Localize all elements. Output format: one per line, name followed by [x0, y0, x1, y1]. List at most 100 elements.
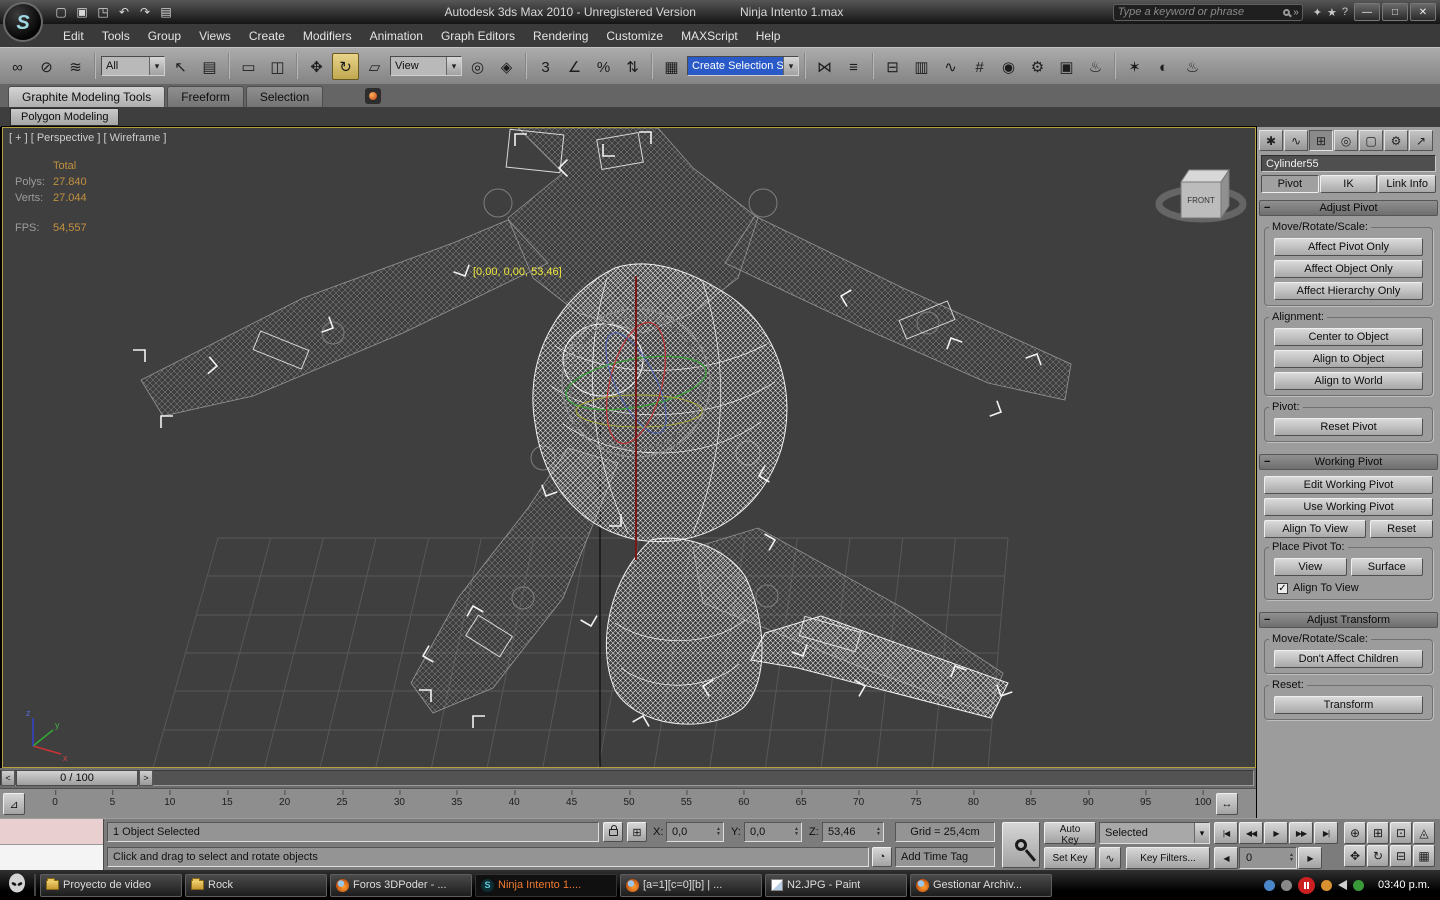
selection-filter-dropdown[interactable]: All ▾	[101, 56, 165, 76]
rollout-adjust-transform[interactable]: − Adjust Transform	[1259, 612, 1438, 628]
previous-frame-button[interactable]: ◀	[1214, 847, 1238, 869]
time-slider-track[interactable]	[0, 770, 1254, 786]
orbit-button[interactable]: ↻	[1367, 845, 1389, 867]
ribbon-help-icon[interactable]	[365, 88, 382, 104]
previous-key-button[interactable]: ◀◀	[1239, 822, 1263, 844]
open-file-icon[interactable]: ▣	[73, 3, 91, 21]
next-frame-arrow[interactable]: >	[139, 770, 153, 786]
track-bar[interactable]: ⊿ 0 5 10 15 20 25 30 35 40 45 50 55 60 65 70 75 80 85 90 95…	[0, 788, 1256, 819]
set-key-button[interactable]: Set Key	[1044, 847, 1096, 869]
tab-freeform[interactable]: Freeform	[167, 86, 244, 107]
help-icon[interactable]: ?	[1342, 6, 1348, 18]
menu-modifiers[interactable]: Modifiers	[294, 26, 361, 46]
taskbar-ninja-intento-1[interactable]: S Ninja Intento 1....	[475, 873, 617, 897]
use-pivot-point-center-button[interactable]: ◎	[464, 53, 491, 80]
absolute-mode-toggle[interactable]: ⊞	[627, 822, 647, 842]
mirror-button[interactable]: ⋈	[811, 53, 838, 80]
chevron-down-icon[interactable]: ▾	[1194, 823, 1209, 843]
update-tray-icon[interactable]	[1321, 879, 1333, 891]
create-panel-tab[interactable]: ✱	[1259, 130, 1283, 151]
timeline-frame-10[interactable]: 10	[164, 790, 175, 808]
taskbar-proyecto-de-video[interactable]: Proyecto de video	[40, 873, 182, 897]
timeline-frame-75[interactable]: 75	[910, 790, 922, 808]
rollup-panel-tab[interactable]: ↗	[1409, 130, 1433, 151]
timeline-frame-65[interactable]: 65	[796, 790, 807, 808]
time-slider-handle[interactable]: 0 / 100	[16, 770, 138, 786]
perspective-viewport[interactable]: FRONT x y z [ + ] [ Perspective ] [ Wire…	[1, 126, 1257, 769]
rectangular-selection-region-button[interactable]: ▭	[235, 53, 262, 80]
unlink-selection-button[interactable]: ⊘	[33, 53, 60, 80]
next-key-button[interactable]: ▶▶	[1289, 822, 1313, 844]
media-pause-tray-icon[interactable]	[1298, 876, 1316, 894]
menu-help[interactable]: Help	[747, 26, 790, 46]
application-menu-button[interactable]: S	[3, 2, 43, 42]
dont-affect-children-button[interactable]: Don't Affect Children	[1274, 650, 1423, 668]
link-info-tab[interactable]: Link Info	[1378, 175, 1437, 193]
place-pivot-surface-button[interactable]: Surface	[1350, 558, 1423, 576]
redo-icon[interactable]: ↷	[136, 3, 154, 21]
taskbar-gestionar-archiv[interactable]: Gestionar Archiv...	[910, 873, 1052, 897]
timeline-frame-35[interactable]: 35	[451, 790, 462, 808]
spinner-icon[interactable]: ▲ ▼	[716, 827, 721, 837]
modify-panel-tab[interactable]: ∿	[1284, 130, 1308, 151]
select-by-name-button[interactable]: ▤	[196, 53, 223, 80]
spinner-icon[interactable]: ▲ ▼	[794, 827, 799, 837]
center-to-object-button[interactable]: Center to Object	[1274, 328, 1423, 346]
select-and-link-button[interactable]: ∞	[4, 53, 31, 80]
auto-key-button[interactable]: Auto Key	[1044, 822, 1096, 846]
maxscript-mini-listener[interactable]	[0, 819, 104, 871]
search-input[interactable]	[1113, 6, 1281, 18]
pan-view-button[interactable]: ✥	[1344, 845, 1366, 867]
viewport-canvas[interactable]: FRONT x y z	[3, 128, 1256, 768]
current-frame-field[interactable]: 0 ▲ ▼	[1239, 847, 1297, 869]
activeshade-button[interactable]: ◐	[1150, 53, 1177, 80]
viewcube[interactable]: FRONT	[1155, 168, 1247, 223]
chevron-down-icon[interactable]: ▾	[149, 57, 164, 75]
start-button[interactable]	[4, 872, 30, 898]
timeline-frame-55[interactable]: 55	[681, 790, 692, 808]
render-production-button[interactable]: ♨	[1082, 53, 1109, 80]
reset-transform-button[interactable]: Transform	[1274, 696, 1423, 714]
taskbar-a-1-c-0-b[interactable]: [a=1][c=0][b] | ...	[620, 873, 762, 897]
viewport-label[interactable]: [ + ] [ Perspective ] [ Wireframe ]	[9, 132, 166, 144]
rollout-adjust-pivot[interactable]: − Adjust Pivot	[1259, 200, 1438, 216]
tab-selection[interactable]: Selection	[245, 86, 324, 107]
reset-working-pivot-button[interactable]: Reset	[1370, 520, 1433, 538]
place-pivot-view-button[interactable]: View	[1274, 558, 1347, 576]
menu-animation[interactable]: Animation	[361, 26, 432, 46]
favorites-icon[interactable]: ★	[1327, 6, 1337, 19]
menu-rendering[interactable]: Rendering	[524, 26, 597, 46]
timeline-frame-50[interactable]: 50	[623, 790, 635, 808]
timeline-frame-70[interactable]: 70	[853, 790, 864, 808]
track-bar-ruler[interactable]: 0 5 10 15 20 25 30 35 40 45 50 55 60 65 70 75 80 85 90 95 10…	[0, 789, 1211, 819]
taskbar-rock[interactable]: Rock	[185, 873, 327, 897]
material-editor-button[interactable]: ◉	[995, 53, 1022, 80]
manage-layers-button[interactable]: ⊟	[879, 53, 906, 80]
menu-maxscript[interactable]: MAXScript	[672, 26, 747, 46]
search-icon[interactable]	[1283, 8, 1291, 16]
affect-pivot-only-button[interactable]: Affect Pivot Only	[1274, 238, 1423, 256]
edit-working-pivot-button[interactable]: Edit Working Pivot	[1264, 476, 1433, 494]
curve-editor-button[interactable]: ∿	[937, 53, 964, 80]
next-frame-button[interactable]: ▶	[1298, 847, 1322, 869]
window-crossing-toggle-button[interactable]: ◫	[264, 53, 291, 80]
edit-named-selection-sets-button[interactable]: ▦	[658, 53, 685, 80]
select-and-rotate-button[interactable]: ↻	[332, 52, 359, 80]
rollout-working-pivot[interactable]: − Working Pivot	[1259, 454, 1438, 470]
maximize-viewport-toggle-button[interactable]: ▦	[1413, 845, 1435, 867]
align-to-view-button[interactable]: Align To View	[1264, 520, 1367, 538]
zoom-region-button[interactable]: ⊟	[1390, 845, 1412, 867]
default-tangent-button[interactable]: ∿	[1099, 847, 1121, 869]
affect-object-only-button[interactable]: Affect Object Only	[1274, 260, 1423, 278]
menu-create[interactable]: Create	[240, 26, 294, 46]
undo-icon[interactable]: ↶	[115, 3, 133, 21]
menu-tools[interactable]: Tools	[93, 26, 139, 46]
utilities-panel-tab[interactable]: ⚙	[1384, 130, 1408, 151]
timeline-frame-20[interactable]: 20	[279, 790, 290, 808]
render-last-button[interactable]: ♨	[1179, 53, 1206, 80]
timeline-frame-85[interactable]: 85	[1025, 790, 1036, 808]
y-coordinate-field[interactable]: 0,0 ▲ ▼	[744, 822, 802, 842]
affect-hierarchy-only-button[interactable]: Affect Hierarchy Only	[1274, 282, 1423, 300]
timeline-frame-5[interactable]: 5	[110, 790, 115, 808]
snaps-toggle-button[interactable]: 3	[532, 53, 559, 80]
